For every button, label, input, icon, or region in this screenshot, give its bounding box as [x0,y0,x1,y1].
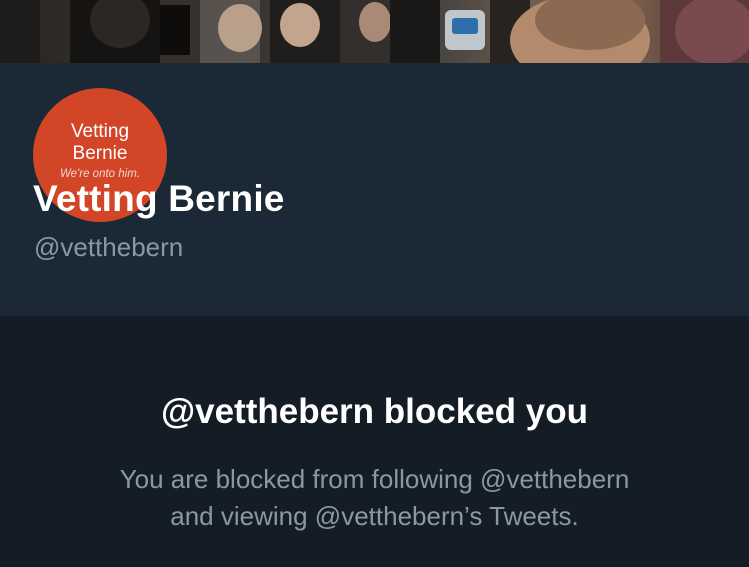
blocked-description-line2: and viewing @vetthebern’s Tweets. [170,501,579,531]
blocked-description: You are blocked from following @vetthebe… [60,461,689,535]
blocked-notice: @vetthebern blocked you You are blocked … [0,316,749,567]
avatar-text-line1: Vetting [70,121,130,142]
blocked-description-line1: You are blocked from following @vetthebe… [119,464,630,494]
avatar-text-line2: Bernie [72,143,128,164]
profile-page: Vetting Bernie We're onto him. Vetting B… [0,0,749,567]
profile-banner-image[interactable] [0,0,749,63]
profile-header: Vetting Bernie We're onto him. Vetting B… [0,63,749,316]
banner-photo [0,0,749,63]
profile-handle: @vetthebern [34,232,184,262]
blocked-title: @vetthebern blocked you [161,392,588,431]
profile-display-name: Vetting Bernie [33,178,285,219]
